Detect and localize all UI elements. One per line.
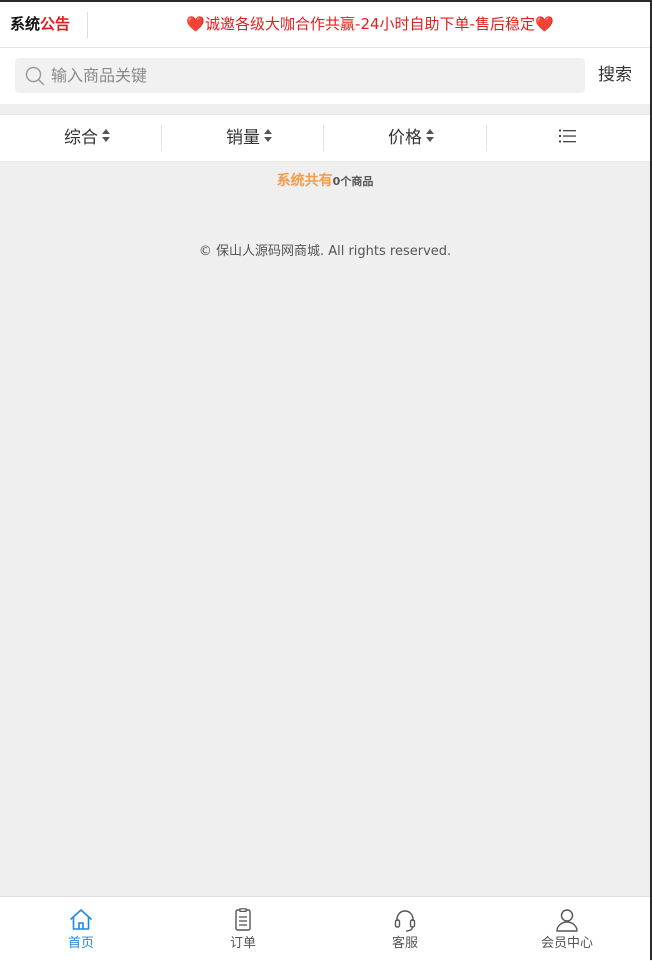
nav-member-center[interactable]: 会员中心 (486, 897, 648, 961)
sort-arrows-icon (102, 128, 110, 142)
sort-tab-comprehensive[interactable]: 综合 (6, 115, 168, 161)
home-icon (70, 909, 92, 930)
notice-bar: 系统公告 ❤️诚邀各级大咖合作共赢-24小时自助下单-售后稳定❤️ (0, 2, 650, 48)
search-button[interactable]: 搜索 (592, 58, 638, 93)
product-count-value: 0个商品 (332, 175, 374, 188)
nav-label: 客服 (391, 936, 418, 951)
list-icon (559, 129, 576, 143)
sort-tab-price[interactable]: 价格 (330, 115, 492, 161)
search-icon (25, 66, 45, 86)
search-box[interactable] (15, 58, 585, 93)
notice-marquee-text[interactable]: ❤️诚邀各级大咖合作共赢-24小时自助下单-售后稳定❤️ (100, 2, 640, 47)
nav-label: 会员中心 (540, 936, 593, 951)
product-count: 系统共有0个商品 (0, 170, 650, 190)
notice-divider (87, 12, 88, 38)
headset-icon (394, 910, 416, 932)
sort-tab-label: 价格 (388, 128, 422, 148)
copyright-text: © 保山人源码网商城. All rights reserved. (198, 244, 452, 259)
order-icon (235, 908, 251, 931)
bottom-nav: 首页 订单 客服 会员中心 (0, 896, 650, 961)
nav-label: 首页 (67, 936, 94, 951)
product-count-prefix: 系统共有 (276, 173, 333, 189)
nav-orders[interactable]: 订单 (162, 897, 324, 961)
notice-label-part2: 公告 (40, 15, 71, 33)
notice-label-part1: 系统 (10, 15, 41, 33)
sort-bar: 综合 销量 价格 (0, 114, 650, 162)
nav-customer-service[interactable]: 客服 (324, 897, 486, 961)
view-toggle-button[interactable] (487, 115, 649, 161)
search-input[interactable] (51, 58, 166, 93)
sort-arrows-icon (426, 128, 434, 142)
sort-tab-label: 销量 (226, 128, 260, 148)
search-area: 搜索 (0, 48, 650, 104)
sort-tab-sales[interactable]: 销量 (168, 115, 330, 161)
nav-home[interactable]: 首页 (0, 897, 162, 961)
sort-tab-label: 综合 (64, 128, 98, 148)
nav-label: 订单 (229, 936, 256, 951)
sort-divider (323, 125, 324, 151)
notice-label: 系统公告 (10, 2, 70, 47)
sort-arrows-icon (264, 128, 272, 142)
user-icon (556, 909, 578, 932)
sort-divider (161, 125, 162, 151)
